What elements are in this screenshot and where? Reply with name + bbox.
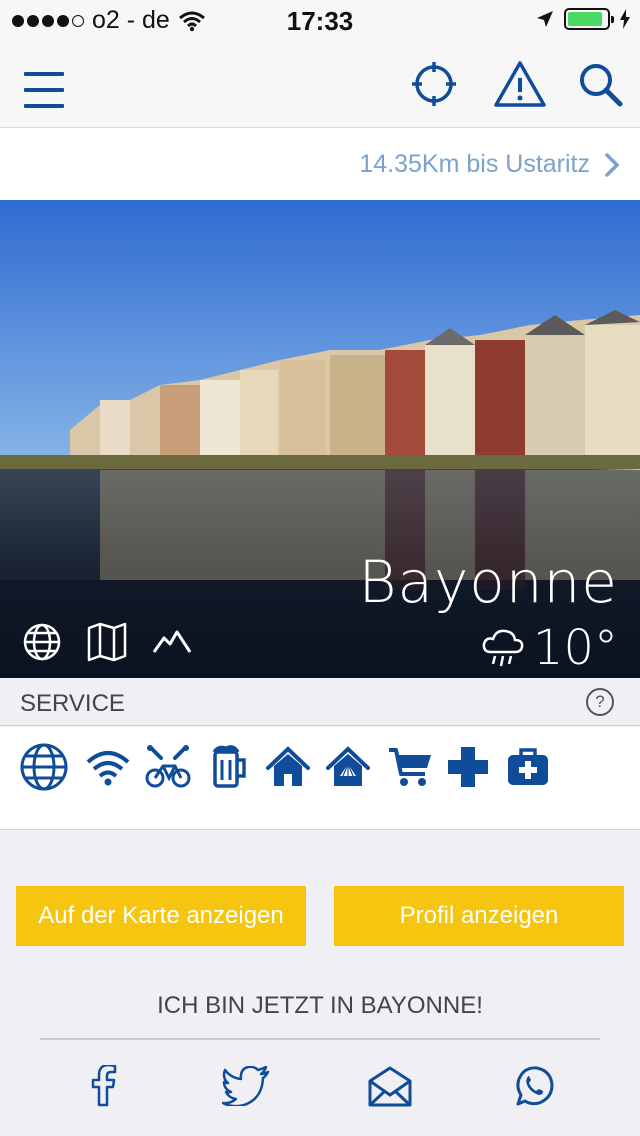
battery-level [568,12,603,26]
location-arrow-icon [537,11,553,27]
service-icon-row [0,727,640,830]
distance-label: 14.35Km bis Ustaritz [359,150,590,178]
cloud-rain-icon [482,629,524,667]
weather-widget: 10° [481,620,618,676]
battery-icon [564,8,614,30]
charging-bolt-icon [620,9,630,29]
mountain-profile-icon[interactable] [152,622,192,662]
service-header: SERVICE ? [0,678,640,726]
twitter-icon[interactable] [222,1062,270,1110]
navigation-bar [0,40,640,128]
email-icon[interactable] [366,1062,414,1110]
warning-icon[interactable] [494,58,546,110]
crosshair-locate-icon[interactable] [408,58,460,110]
temperature: 10° [532,620,618,676]
facebook-icon[interactable] [80,1062,128,1110]
chevron-right-icon [605,153,620,177]
globe-icon[interactable] [18,741,70,793]
wifi-icon[interactable] [82,741,134,793]
status-bar: o2 - de 17:33 [0,0,640,40]
hero-actions [22,622,192,662]
first-aid-kit-icon[interactable] [502,741,554,793]
city-name: Bayonne [358,548,618,616]
cart-icon[interactable] [384,741,436,793]
beer-icon[interactable] [204,741,256,793]
search-icon[interactable] [574,58,626,110]
whatsapp-icon[interactable] [510,1062,558,1110]
bike-repair-icon[interactable] [142,741,194,793]
service-title: SERVICE [20,690,125,717]
share-headline: ICH BIN JETZT IN BAYONNE! [157,992,483,1019]
divider [40,1038,600,1040]
next-stage-link[interactable]: 14.35Km bis Ustaritz [0,128,640,200]
show-profile-button[interactable]: Profil anzeigen [334,886,624,946]
hamburger-menu-icon[interactable] [20,58,72,110]
city-hero-image: Bayonne 10° [0,200,640,678]
status-right [536,8,630,30]
pilgrim-hostel-icon[interactable] [322,741,374,793]
globe-icon[interactable] [22,622,62,662]
help-icon[interactable]: ? [586,688,614,716]
show-on-map-button[interactable]: Auf der Karte anzeigen [16,886,306,946]
map-icon[interactable] [86,622,128,662]
house-icon[interactable] [262,741,314,793]
pharmacy-cross-icon[interactable] [442,741,494,793]
